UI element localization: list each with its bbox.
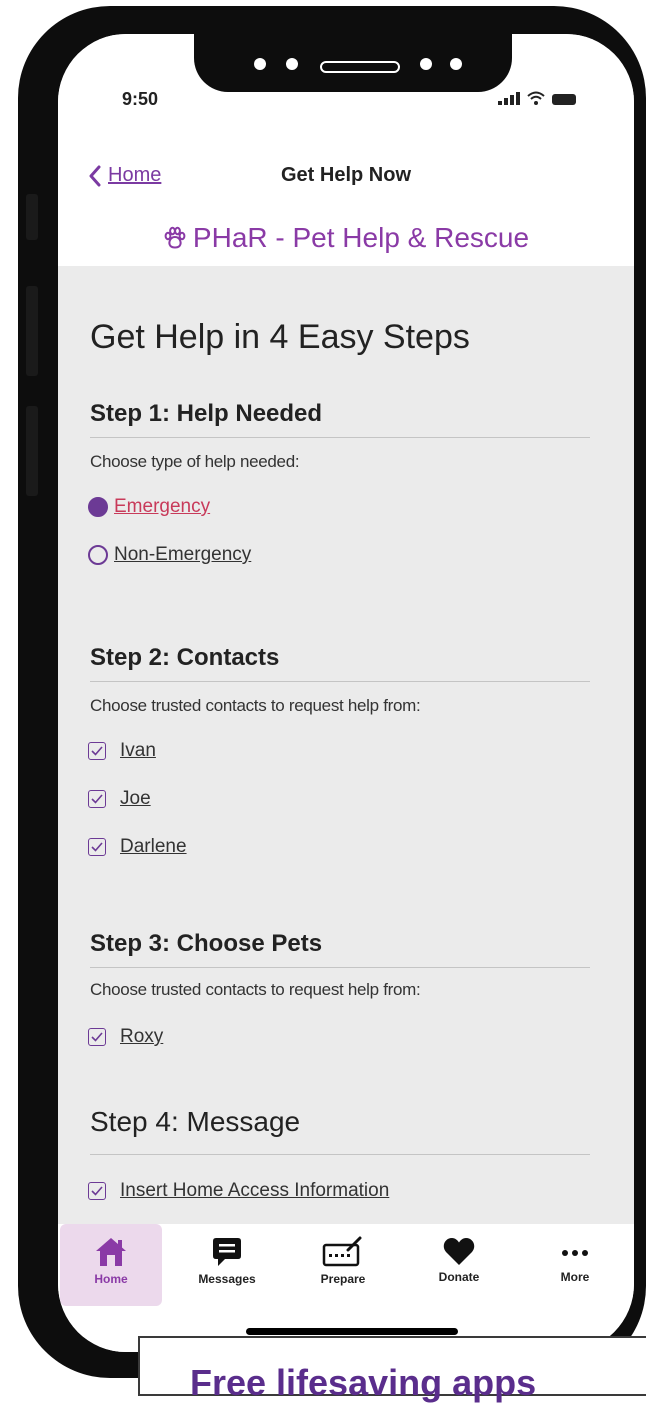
speaker-grille bbox=[320, 61, 400, 73]
checkbox-checked-icon bbox=[88, 1028, 106, 1046]
checkbox-checked-icon bbox=[88, 790, 106, 808]
sensor-dot bbox=[286, 58, 298, 70]
notch bbox=[194, 34, 512, 92]
step-1-description: Choose type of help needed: bbox=[90, 452, 300, 471]
tab-label: Donate bbox=[438, 1270, 480, 1284]
step-3-title: Step 3: Choose Pets bbox=[90, 930, 323, 957]
volume-down-button bbox=[26, 406, 38, 496]
tab-label: Home bbox=[94, 1272, 128, 1286]
checkbox-checked-icon bbox=[88, 1182, 106, 1200]
option-label: Emergency bbox=[114, 496, 211, 517]
sensor-dot bbox=[254, 58, 266, 70]
checkbox-checked-icon bbox=[88, 838, 106, 856]
step-1-title: Step 1: Help Needed bbox=[90, 400, 323, 427]
checkbox-checked-icon bbox=[88, 742, 106, 760]
step-2-description: Choose trusted contacts to request help … bbox=[90, 696, 421, 715]
screen: 9:50 Home Get Help Now PHaR - Pet Help &… bbox=[58, 34, 634, 1352]
brand-name: PHaR - Pet Help & Rescue bbox=[192, 222, 530, 253]
radio-selected-icon bbox=[88, 497, 108, 517]
checkbox-home-access[interactable]: Insert Home Access Information bbox=[88, 1180, 389, 1202]
nav-title: Get Help Now bbox=[280, 164, 411, 186]
prepare-icon bbox=[322, 1236, 362, 1267]
nav-bar: Home Get Help Now bbox=[58, 162, 634, 202]
checkbox-darlene[interactable]: Darlene bbox=[88, 836, 187, 858]
radio-non-emergency[interactable]: Non-Emergency bbox=[88, 544, 251, 566]
divider bbox=[90, 437, 590, 438]
battery-icon bbox=[552, 94, 576, 105]
divider bbox=[90, 1154, 590, 1155]
message-icon bbox=[213, 1238, 241, 1266]
tab-label: Prepare bbox=[320, 1272, 366, 1286]
option-label: Non-Emergency bbox=[114, 544, 252, 565]
contact-label: Darlene bbox=[120, 836, 187, 857]
tab-home[interactable]: Home bbox=[60, 1224, 162, 1306]
phone-frame: 9:50 Home Get Help Now PHaR - Pet Help &… bbox=[18, 6, 646, 1378]
pet-label: Roxy bbox=[120, 1026, 164, 1047]
home-indicator[interactable] bbox=[246, 1328, 458, 1335]
tab-donate[interactable]: Donate bbox=[408, 1224, 510, 1306]
tab-more[interactable]: More bbox=[524, 1224, 626, 1306]
wifi-icon bbox=[527, 91, 545, 105]
tab-messages[interactable]: Messages bbox=[176, 1224, 278, 1306]
banner-text: Free lifesaving apps bbox=[190, 1362, 537, 1403]
step-2-title: Step 2: Contacts bbox=[90, 644, 280, 671]
status-icons bbox=[498, 91, 576, 105]
paw-icon bbox=[164, 226, 186, 249]
mute-switch bbox=[26, 194, 38, 240]
tab-prepare[interactable]: Prepare bbox=[292, 1224, 394, 1306]
caption-banner: Free lifesaving apps bbox=[138, 1336, 646, 1403]
tab-label: Messages bbox=[198, 1272, 256, 1286]
radio-emergency[interactable]: Emergency bbox=[88, 496, 210, 518]
status-time: 9:50 bbox=[122, 89, 159, 109]
sensor-dot bbox=[450, 58, 462, 70]
signal-icon bbox=[498, 92, 520, 105]
checkbox-joe[interactable]: Joe bbox=[88, 788, 151, 810]
radio-unselected-icon bbox=[88, 545, 108, 565]
tab-bar: Home Messages Prepare Donate More bbox=[58, 1224, 634, 1352]
page-heading: Get Help in 4 Easy Steps bbox=[90, 318, 470, 356]
divider bbox=[90, 967, 590, 968]
contact-label: Ivan bbox=[120, 740, 156, 761]
step-3-description: Choose trusted contacts to request help … bbox=[90, 980, 421, 999]
tab-label: More bbox=[560, 1270, 590, 1284]
volume-up-button bbox=[26, 286, 38, 376]
brand-title: PHaR - Pet Help & Rescue bbox=[58, 222, 634, 254]
sensor-dot bbox=[420, 58, 432, 70]
step-4-title: Step 4: Message bbox=[90, 1106, 301, 1137]
home-icon bbox=[96, 1238, 126, 1266]
divider bbox=[90, 681, 590, 682]
contact-label: Joe bbox=[120, 788, 151, 809]
checkbox-roxy[interactable]: Roxy bbox=[88, 1026, 163, 1048]
checkbox-ivan[interactable]: Ivan bbox=[88, 740, 156, 762]
heart-icon bbox=[443, 1238, 475, 1265]
message-option-label: Insert Home Access Information bbox=[120, 1180, 390, 1201]
more-icon bbox=[562, 1250, 588, 1256]
